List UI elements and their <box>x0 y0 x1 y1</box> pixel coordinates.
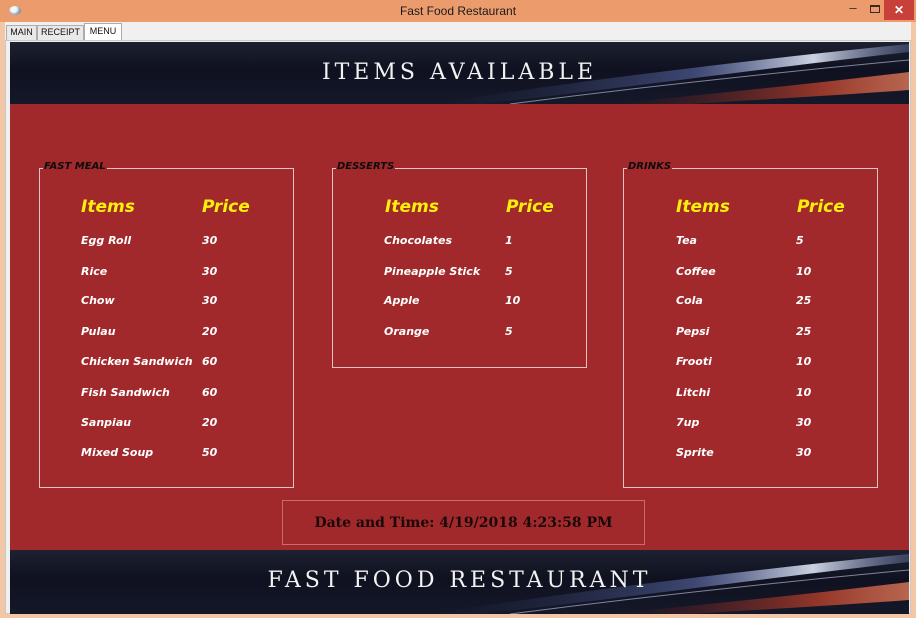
price-header: Price <box>202 197 250 217</box>
item-price: 10 <box>505 294 521 307</box>
item-name: 7up <box>676 416 700 429</box>
item-name: Apple <box>384 294 420 307</box>
item-name: Fish Sandwich <box>81 386 170 399</box>
price-header: Price <box>506 197 554 217</box>
item-name: Litchi <box>676 386 711 399</box>
item-name: Pulau <box>81 325 116 338</box>
item-name: Pepsi <box>676 325 710 338</box>
maximize-icon <box>870 5 880 13</box>
item-name: Chocolates <box>384 234 452 247</box>
tab-page-menu: ITEMS AVAILABLE FAST MEAL Items Price Eg… <box>5 40 911 614</box>
item-price: 60 <box>202 386 218 399</box>
item-name: Sprite <box>676 446 714 459</box>
tab-main[interactable]: MAIN <box>6 25 37 40</box>
tab-receipt[interactable]: RECEIPT <box>37 25 84 40</box>
group-legend: FAST MEAL <box>43 161 107 172</box>
item-name: Coffee <box>676 265 716 278</box>
item-price: 10 <box>796 355 812 368</box>
item-price: 1 <box>505 234 513 247</box>
item-name: Frooti <box>676 355 712 368</box>
tab-menu[interactable]: MENU <box>84 23 122 40</box>
item-price: 5 <box>505 265 513 278</box>
item-price: 30 <box>202 294 218 307</box>
header-banner: ITEMS AVAILABLE <box>10 42 909 104</box>
maximize-button[interactable] <box>866 0 884 20</box>
minimize-button[interactable]: – <box>840 0 866 20</box>
group-legend: DRINKS <box>627 161 673 172</box>
datetime-box: Date and Time: 4/19/2018 4:23:58 PM <box>282 500 645 545</box>
item-name: Cola <box>676 294 703 307</box>
footer-title: FAST FOOD RESTAURANT <box>267 568 652 593</box>
item-name: Mixed Soup <box>81 446 154 459</box>
item-price: 30 <box>202 234 218 247</box>
tab-strip: MAIN RECEIPT MENU <box>5 22 911 40</box>
group-drinks: DRINKS Items Price Tea 5 Coffee 10 Cola … <box>623 161 878 488</box>
item-name: Chow <box>81 294 115 307</box>
item-price: 30 <box>796 416 812 429</box>
item-name: Sanpiau <box>81 416 132 429</box>
item-price: 30 <box>796 446 812 459</box>
close-icon: ✕ <box>893 3 905 17</box>
item-price: 20 <box>202 325 218 338</box>
window-title: Fast Food Restaurant <box>399 4 517 18</box>
item-price: 5 <box>796 234 804 247</box>
item-price: 30 <box>202 265 218 278</box>
datetime-label: Date and Time: 4/19/2018 4:23:58 PM <box>314 515 613 531</box>
item-name: Chicken Sandwich <box>81 355 193 368</box>
group-legend: DESSERTS <box>336 161 396 172</box>
group-desserts: DESSERTS Items Price Chocolates 1 Pineap… <box>332 161 587 368</box>
item-price: 50 <box>202 446 218 459</box>
header-title: ITEMS AVAILABLE <box>321 60 598 85</box>
item-price: 10 <box>796 386 812 399</box>
footer-banner: FAST FOOD RESTAURANT <box>10 550 909 614</box>
item-name: Rice <box>81 265 108 278</box>
item-name: Orange <box>384 325 430 338</box>
group-fast-meal: FAST MEAL Items Price Egg Roll 30 Rice 3… <box>39 161 294 488</box>
item-price: 20 <box>202 416 218 429</box>
items-header: Items <box>81 197 135 217</box>
item-price: 10 <box>796 265 812 278</box>
item-price: 25 <box>796 325 812 338</box>
menu-panel: FAST MEAL Items Price Egg Roll 30 Rice 3… <box>10 104 909 550</box>
item-name: Tea <box>676 234 697 247</box>
item-price: 5 <box>505 325 513 338</box>
close-button[interactable]: ✕ <box>884 0 914 20</box>
items-header: Items <box>385 197 439 217</box>
price-header: Price <box>797 197 845 217</box>
items-header: Items <box>676 197 730 217</box>
title-bar: Fast Food Restaurant – ✕ <box>0 0 916 22</box>
item-price: 60 <box>202 355 218 368</box>
item-name: Egg Roll <box>81 234 132 247</box>
item-price: 25 <box>796 294 812 307</box>
item-name: Pineapple Stick <box>384 265 481 278</box>
